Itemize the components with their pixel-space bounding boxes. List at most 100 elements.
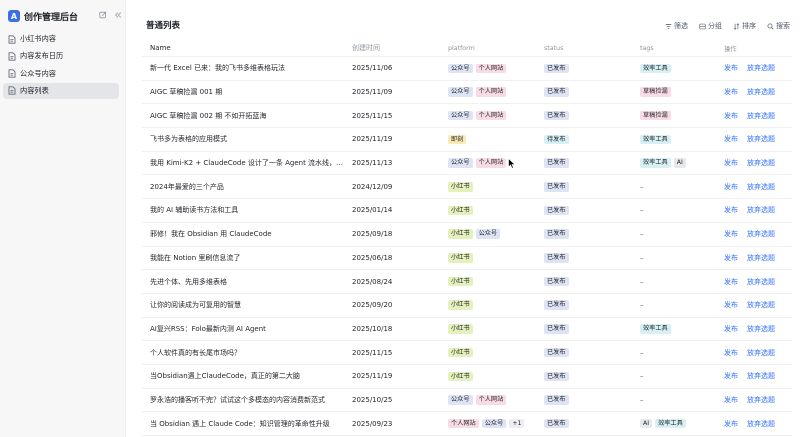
cell-platform: 公众号 个人网站 bbox=[440, 395, 536, 405]
filter-button[interactable]: 筛选 bbox=[665, 21, 688, 31]
discard-topic-link[interactable]: 放弃选题 bbox=[747, 253, 775, 263]
table-row[interactable]: 邪修！我在 Obsidian 用 ClaudeCode 2025/09/18 小红书… bbox=[142, 223, 792, 247]
collapse-sidebar-icon[interactable] bbox=[114, 11, 122, 21]
publish-link[interactable]: 发布 bbox=[724, 182, 738, 192]
table-row[interactable]: AIGC 草稿捡漏 001 期 2025/11/09 公众号 个人网站 已发布 草稿捡漏发… bbox=[142, 81, 792, 105]
cell-platform: 公众号 个人网站 bbox=[440, 87, 536, 97]
table-row[interactable]: 先进个体、先用多维表格 2025/08/24 小红书 已发布 – 发布 放弃选题 bbox=[142, 270, 792, 294]
cell-date: 2025/06/18 bbox=[352, 253, 393, 262]
discard-topic-link[interactable]: 放弃选题 bbox=[747, 63, 775, 73]
publish-link[interactable]: 发布 bbox=[724, 158, 738, 168]
cell-actions: 发布 放弃选题 bbox=[716, 205, 792, 215]
platform-tag: 小红书 bbox=[448, 324, 473, 334]
cell-date: 2025/09/18 bbox=[352, 230, 393, 239]
cell-platform: 小红书 公众号 bbox=[440, 229, 536, 239]
status-badge: 已发布 bbox=[544, 205, 569, 216]
cell-tags: – bbox=[632, 206, 716, 214]
publish-link[interactable]: 发布 bbox=[724, 134, 738, 144]
publish-link[interactable]: 发布 bbox=[724, 348, 738, 358]
doc-icon bbox=[8, 52, 16, 61]
table-row[interactable]: 罗永浩的播客听不完？试试这个多模态的内容消费新范式 2025/10/25 公众号 个人… bbox=[142, 389, 792, 413]
publish-link[interactable]: 发布 bbox=[724, 253, 738, 263]
cell-platform: 即刻 bbox=[440, 134, 536, 145]
cell-status: 已发布 bbox=[536, 205, 632, 216]
table-row[interactable]: AI复兴RSS：Folo最新内测 AI Agent 2025/10/18 小红书 已发… bbox=[142, 318, 792, 342]
discard-topic-link[interactable]: 放弃选题 bbox=[747, 229, 775, 239]
discard-topic-link[interactable]: 放弃选题 bbox=[747, 158, 775, 168]
cell-name: 个人软件真的有长尾市场吗？ bbox=[142, 348, 344, 358]
column-header-tags[interactable]: tags bbox=[632, 45, 716, 52]
column-header-date[interactable]: 创建时间 bbox=[344, 43, 440, 53]
row-title: 罗永浩的播客听不完？试试这个多模态的内容消费新范式 bbox=[150, 395, 325, 404]
publish-link[interactable]: 发布 bbox=[724, 63, 738, 73]
cell-tags: 效率工具 AI bbox=[632, 158, 716, 168]
discard-topic-link[interactable]: 放弃选题 bbox=[747, 348, 775, 358]
cell-tags: – bbox=[632, 372, 716, 380]
table-row[interactable]: 让你的阅读成为可复用的智慧 2025/09/20 小红书 已发布 – 发布 放弃选题 bbox=[142, 294, 792, 318]
table-row[interactable]: 我能在 Notion 里刷信息流了 2025/06/18 小红书 已发布 – 发布 放弃选题 bbox=[142, 247, 792, 271]
mouse-cursor-icon bbox=[508, 158, 516, 169]
sidebar-item-1[interactable]: 内容发布日历 bbox=[3, 48, 119, 64]
table-row[interactable]: 新一代 Excel 已来：我的飞书多维表格玩法 2025/11/06 公众号 个人网站… bbox=[142, 57, 792, 81]
discard-topic-link[interactable]: 放弃选题 bbox=[747, 205, 775, 215]
platform-tag: 个人网站 bbox=[475, 395, 507, 405]
table-row[interactable]: 当 Obsidian 遇上 Claude Code：知识管理的革命性升级 2025… bbox=[142, 412, 792, 436]
cell-name: AI复兴RSS：Folo最新内测 AI Agent bbox=[142, 324, 344, 334]
cell-status: 已发布 bbox=[536, 395, 632, 405]
publish-link[interactable]: 发布 bbox=[724, 277, 738, 287]
publish-link[interactable]: 发布 bbox=[724, 111, 738, 121]
platform-tag: 小红书 bbox=[448, 347, 473, 358]
cell-status: 已发布 bbox=[536, 253, 632, 263]
sort-button[interactable]: 排序 bbox=[733, 21, 756, 31]
publish-link[interactable]: 发布 bbox=[724, 324, 738, 334]
discard-topic-link[interactable]: 放弃选题 bbox=[747, 111, 775, 121]
publish-link[interactable]: 发布 bbox=[724, 419, 738, 429]
row-title: 2024年最爱的三个产品 bbox=[150, 182, 224, 191]
publish-link[interactable]: 发布 bbox=[724, 87, 738, 97]
sidebar-item-0[interactable]: 小红书内容 bbox=[3, 31, 119, 47]
row-title: 新一代 Excel 已来：我的飞书多维表格玩法 bbox=[150, 64, 285, 73]
table-row[interactable]: 当Obsidian遇上ClaudeCode，真正的第二大脑 2025/11/19 小… bbox=[142, 365, 792, 389]
table-row[interactable]: 我的 AI 辅助读书方法和工具 2025/01/14 小红书 已发布 – 发布 放弃选题 bbox=[142, 199, 792, 223]
publish-link[interactable]: 发布 bbox=[724, 395, 738, 405]
cell-actions: 发布 放弃选题 bbox=[716, 182, 792, 192]
table-row[interactable]: 2024年最爱的三个产品 2024/12/09 小红书 已发布 – 发布 放弃选题 bbox=[142, 175, 792, 200]
discard-topic-link[interactable]: 放弃选题 bbox=[747, 134, 775, 144]
sidebar-item-label: 公众号内容 bbox=[20, 68, 56, 78]
discard-topic-link[interactable]: 放弃选题 bbox=[747, 324, 775, 334]
platform-tag: 小红书 bbox=[448, 253, 473, 263]
cell-tags: – bbox=[632, 278, 716, 286]
column-header-status[interactable]: status bbox=[536, 45, 632, 52]
group-icon bbox=[699, 23, 706, 29]
status-badge: 已发布 bbox=[544, 395, 569, 405]
column-header-name[interactable]: Name bbox=[142, 44, 344, 52]
edit-icon[interactable] bbox=[99, 11, 107, 21]
cell-name: AIGC 草稿捡漏 001 期 bbox=[142, 87, 344, 97]
publish-link[interactable]: 发布 bbox=[724, 300, 738, 310]
discard-topic-link[interactable]: 放弃选题 bbox=[747, 419, 775, 429]
publish-link[interactable]: 发布 bbox=[724, 205, 738, 215]
table-row[interactable]: AIGC 草稿捡漏 002 期 不如开拓蓝海 2025/11/15 公众号 个人网站已… bbox=[142, 104, 792, 129]
table-row[interactable]: 飞书多为表格的应用模式 2025/11/19 即刻 待发布 效率工具 发布 放弃选题 bbox=[142, 128, 792, 152]
discard-topic-link[interactable]: 放弃选题 bbox=[747, 182, 775, 192]
group-button[interactable]: 分组 bbox=[699, 21, 722, 31]
publish-link[interactable]: 发布 bbox=[724, 371, 738, 381]
table-row[interactable]: 个人软件真的有长尾市场吗？ 2025/11/15 小红书 已发布 – 发布 放弃选题 bbox=[142, 341, 792, 365]
discard-topic-link[interactable]: 放弃选题 bbox=[747, 277, 775, 287]
column-header-platform[interactable]: platform bbox=[440, 45, 536, 52]
topic-tag: AI bbox=[673, 158, 686, 168]
discard-topic-link[interactable]: 放弃选题 bbox=[747, 371, 775, 381]
cell-actions: 发布 放弃选题 bbox=[716, 371, 792, 381]
cell-date: 2025/11/15 bbox=[352, 111, 393, 120]
sidebar-item-3[interactable]: 内容列表 bbox=[3, 82, 119, 99]
app-logo: A bbox=[8, 10, 20, 22]
publish-link[interactable]: 发布 bbox=[724, 229, 738, 239]
discard-topic-link[interactable]: 放弃选题 bbox=[747, 395, 775, 405]
sidebar-item-2[interactable]: 公众号内容 bbox=[3, 66, 119, 82]
row-title: AIGC 草稿捡漏 001 期 bbox=[150, 88, 223, 97]
discard-topic-link[interactable]: 放弃选题 bbox=[747, 87, 775, 97]
cell-status: 已发布 bbox=[536, 371, 632, 382]
discard-topic-link[interactable]: 放弃选题 bbox=[747, 300, 775, 310]
table-row[interactable]: 我用 Kimi-K2 + ClaudeCode 设计了一条 Agent 流水线，… bbox=[142, 152, 792, 176]
search-button[interactable]: 搜索 bbox=[767, 21, 790, 31]
